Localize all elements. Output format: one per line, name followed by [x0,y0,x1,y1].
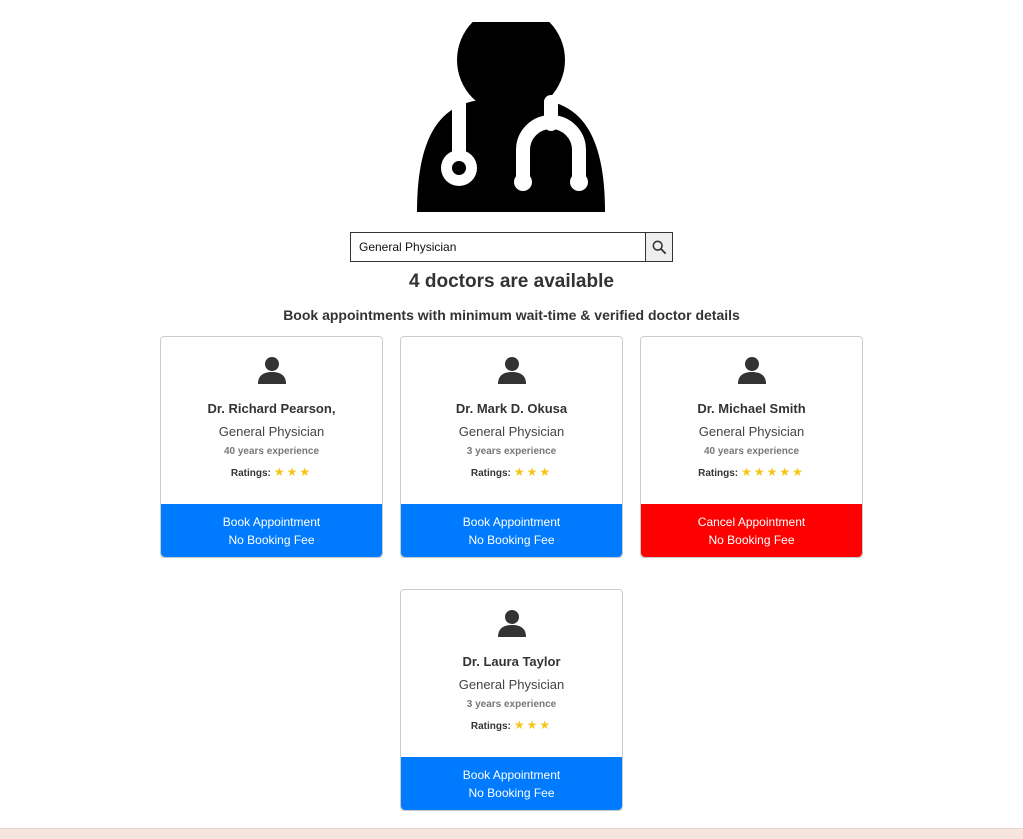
doctor-stethoscope-icon [417,22,605,212]
user-icon [498,610,526,637]
doctor-experience: 3 years experience [466,446,557,457]
fee-label: No Booking Fee [708,532,795,547]
star-icon: ★★★★★ [741,465,805,479]
doctor-card: Dr. Richard Pearson, General Physician 4… [160,336,383,558]
user-icon [738,357,766,384]
ratings-label: Ratings: [470,468,511,479]
action-label: Cancel Appointment [697,514,806,529]
doctor-name: Dr. Michael Smith [697,401,806,416]
action-label: Book Appointment [462,514,561,529]
search-button[interactable] [645,232,673,262]
doctor-name: Dr. Richard Pearson, [207,401,336,416]
fee-label: No Booking Fee [228,532,315,547]
doctor-ratings: Ratings: ★★★ [161,465,382,479]
doctor-ratings: Ratings: ★★★ [401,718,622,732]
footer-strip [0,828,1023,839]
doctor-ratings: Ratings: ★★★ [401,465,622,479]
user-icon [498,357,526,384]
doctor-speciality: General Physician [458,424,565,439]
book-appointment-button[interactable]: Book Appointment No Booking Fee [401,504,622,557]
doctor-name: Dr. Mark D. Okusa [455,401,568,416]
doctor-experience: 40 years experience [703,446,800,457]
book-appointment-button[interactable]: Book Appointment No Booking Fee [161,504,382,557]
search-icon [652,240,666,254]
user-icon [258,357,286,384]
doctor-speciality: General Physician [218,424,325,439]
fee-label: No Booking Fee [468,785,555,800]
book-appointment-button[interactable]: Book Appointment No Booking Fee [401,757,622,810]
star-icon: ★★★ [513,465,553,479]
doctor-speciality: General Physician [458,677,565,692]
doctor-ratings: Ratings: ★★★★★ [641,465,862,479]
ratings-label: Ratings: [230,468,271,479]
ratings-label: Ratings: [698,468,739,479]
action-label: Book Appointment [462,767,561,782]
doctor-card: Dr. Mark D. Okusa General Physician 3 ye… [400,336,623,558]
search-input[interactable] [350,232,645,262]
star-icon: ★★★ [513,718,553,732]
doctor-card: Dr. Michael Smith General Physician 40 y… [640,336,863,558]
search-bar [350,232,673,262]
doctor-card: Dr. Laura Taylor General Physician 3 yea… [400,589,623,811]
cancel-appointment-button[interactable]: Cancel Appointment No Booking Fee [641,504,862,557]
doctor-name: Dr. Laura Taylor [462,654,561,669]
doctor-count: 4 doctors are available [409,271,614,292]
doctor-experience: 3 years experience [466,699,557,710]
doctor-experience: 40 years experience [223,446,320,457]
fee-label: No Booking Fee [468,532,555,547]
page-subtitle: Book appointments with minimum wait-time… [283,307,740,323]
ratings-label: Ratings: [470,721,511,732]
doctor-speciality: General Physician [698,424,805,439]
action-label: Book Appointment [222,514,321,529]
star-icon: ★★★ [273,465,313,479]
